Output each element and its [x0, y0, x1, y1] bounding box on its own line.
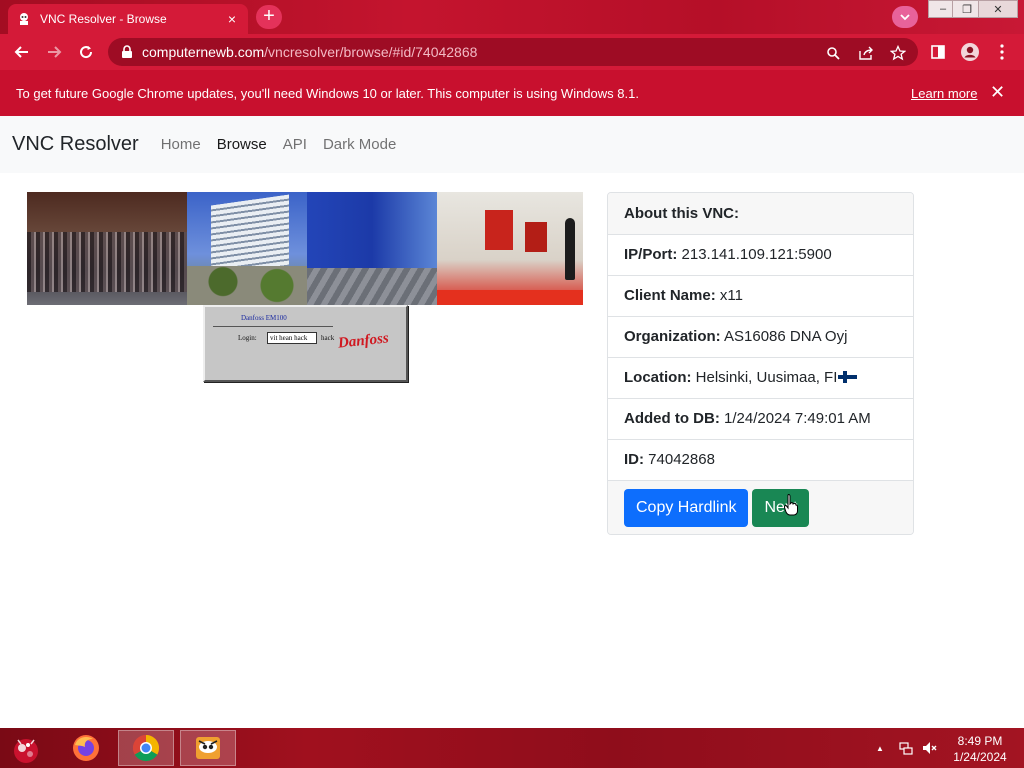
reload-button[interactable]	[74, 40, 98, 64]
client-name-label: Client Name:	[624, 287, 716, 304]
nav-dark-mode[interactable]: Dark Mode	[323, 136, 396, 153]
nav-api[interactable]: API	[283, 136, 307, 153]
infobar-close-icon[interactable]: ✕	[990, 82, 1005, 103]
back-arrow-icon	[14, 46, 28, 58]
id-value: 74042868	[648, 451, 715, 468]
learn-more-link[interactable]: Learn more	[911, 86, 977, 101]
tab-title: VNC Resolver - Browse	[40, 12, 167, 26]
tab-close-icon[interactable]: ×	[224, 11, 240, 27]
firefox-icon	[73, 735, 99, 761]
forward-button[interactable]	[42, 40, 66, 64]
clock-time: 8:49 PM	[957, 734, 1003, 748]
browser-titlebar: VNC Resolver - Browse × + – ❐ ✕	[0, 0, 1024, 34]
location-row: Location: Helsinki, Uusimaa, FI	[608, 358, 913, 399]
taskbar-vnc-viewer[interactable]	[180, 730, 236, 766]
id-label: ID:	[624, 451, 644, 468]
next-button[interactable]: Next	[752, 489, 810, 527]
close-window-button[interactable]: ✕	[978, 0, 1018, 18]
new-tab-button[interactable]: +	[256, 5, 282, 29]
profile-avatar-icon[interactable]	[958, 40, 982, 64]
vnc-resolver-favicon-icon	[16, 11, 32, 27]
vnc-screenshot-banner	[27, 192, 583, 305]
clock-date: 1/24/2024	[953, 750, 1007, 764]
ip-port-value: 213.141.109.121:5900	[681, 246, 832, 263]
card-header: About this VNC:	[608, 193, 913, 235]
chrome-icon	[132, 734, 160, 762]
lock-icon	[122, 45, 132, 58]
start-orb-icon	[14, 739, 38, 763]
banner-building-photo	[187, 192, 307, 305]
url-domain: computernewb.com	[142, 44, 265, 60]
device-title: Danfoss EM100	[241, 314, 287, 322]
url-path: /vncresolver/browse/#id/74042868	[264, 44, 478, 60]
address-bar[interactable]: computernewb.com/vncresolver/browse/#id/…	[108, 38, 918, 66]
added-to-db-label: Added to DB:	[624, 410, 720, 427]
network-icon[interactable]	[898, 740, 914, 759]
login-trailing-text: hack	[321, 334, 335, 342]
hand-cursor-icon	[784, 494, 798, 516]
organization-row: Organization: AS16086 DNA Oyj	[608, 317, 913, 358]
added-to-db-row: Added to DB: 1/24/2024 7:49:01 AM	[608, 399, 913, 440]
browser-toolbar: computernewb.com/vncresolver/browse/#id/…	[0, 34, 1024, 70]
start-button[interactable]	[8, 732, 44, 766]
site-navbar: VNC Resolver Home Browse API Dark Mode	[0, 116, 1024, 173]
taskbar-clock[interactable]: 8:49 PM 1/24/2024	[944, 733, 1016, 765]
tray-show-hidden-icon[interactable]: ▲	[876, 744, 884, 753]
banner-crowd-photo	[27, 192, 187, 305]
ip-port-label: IP/Port:	[624, 246, 678, 263]
search-icon[interactable]	[824, 44, 842, 62]
organization-label: Organization:	[624, 328, 721, 345]
login-label: Login:	[238, 334, 257, 342]
tab-search-icon[interactable]	[892, 6, 918, 28]
copy-hardlink-button[interactable]: Copy Hardlink	[624, 489, 749, 527]
organization-value: AS16086 DNA Oyj	[724, 328, 848, 345]
update-infobar: To get future Google Chrome updates, you…	[0, 70, 1024, 116]
ip-port-row: IP/Port: 213.141.109.121:5900	[608, 235, 913, 276]
chrome-menu-icon[interactable]	[990, 40, 1014, 64]
reload-icon	[80, 46, 93, 59]
windows-taskbar: ▲ 8:49 PM 1/24/2024	[0, 728, 1024, 768]
vnc-login-panel: Danfoss EM100 Login: vit hean hack hack …	[203, 305, 408, 382]
back-button[interactable]	[10, 40, 34, 64]
taskbar-firefox[interactable]	[58, 730, 114, 766]
bookmark-star-icon[interactable]	[889, 44, 907, 62]
about-vnc-card: About this VNC: IP/Port: 213.141.109.121…	[607, 192, 914, 535]
location-value: Helsinki, Uusimaa, FI	[695, 369, 838, 386]
login-field: vit hean hack	[267, 332, 317, 344]
finland-flag-icon	[838, 371, 858, 383]
volume-muted-icon[interactable]	[921, 740, 937, 759]
browser-tab[interactable]: VNC Resolver - Browse ×	[8, 4, 248, 34]
divider	[213, 326, 333, 327]
client-name-row: Client Name: x11	[608, 276, 913, 317]
client-name-value: x11	[719, 287, 743, 304]
location-label: Location:	[624, 369, 692, 386]
url-text: computernewb.com/vncresolver/browse/#id/…	[142, 44, 477, 60]
taskbar-chrome[interactable]	[118, 730, 174, 766]
infobar-message: To get future Google Chrome updates, you…	[16, 86, 639, 101]
banner-exhibition-photo	[437, 192, 583, 305]
added-to-db-value: 1/24/2024 7:49:01 AM	[724, 410, 871, 427]
banner-blue-building-photo	[307, 192, 437, 305]
nav-browse[interactable]: Browse	[217, 136, 267, 153]
forward-arrow-icon	[48, 46, 62, 58]
share-icon[interactable]	[857, 44, 875, 62]
side-panel-icon[interactable]	[926, 40, 950, 64]
vnc-viewer-icon	[196, 737, 220, 759]
id-row: ID: 74042868	[608, 440, 913, 481]
nav-home[interactable]: Home	[161, 136, 201, 153]
card-footer: Copy Hardlink Next	[608, 481, 913, 534]
site-brand[interactable]: VNC Resolver	[12, 133, 139, 156]
danfoss-logo: Danfoss	[337, 330, 390, 352]
